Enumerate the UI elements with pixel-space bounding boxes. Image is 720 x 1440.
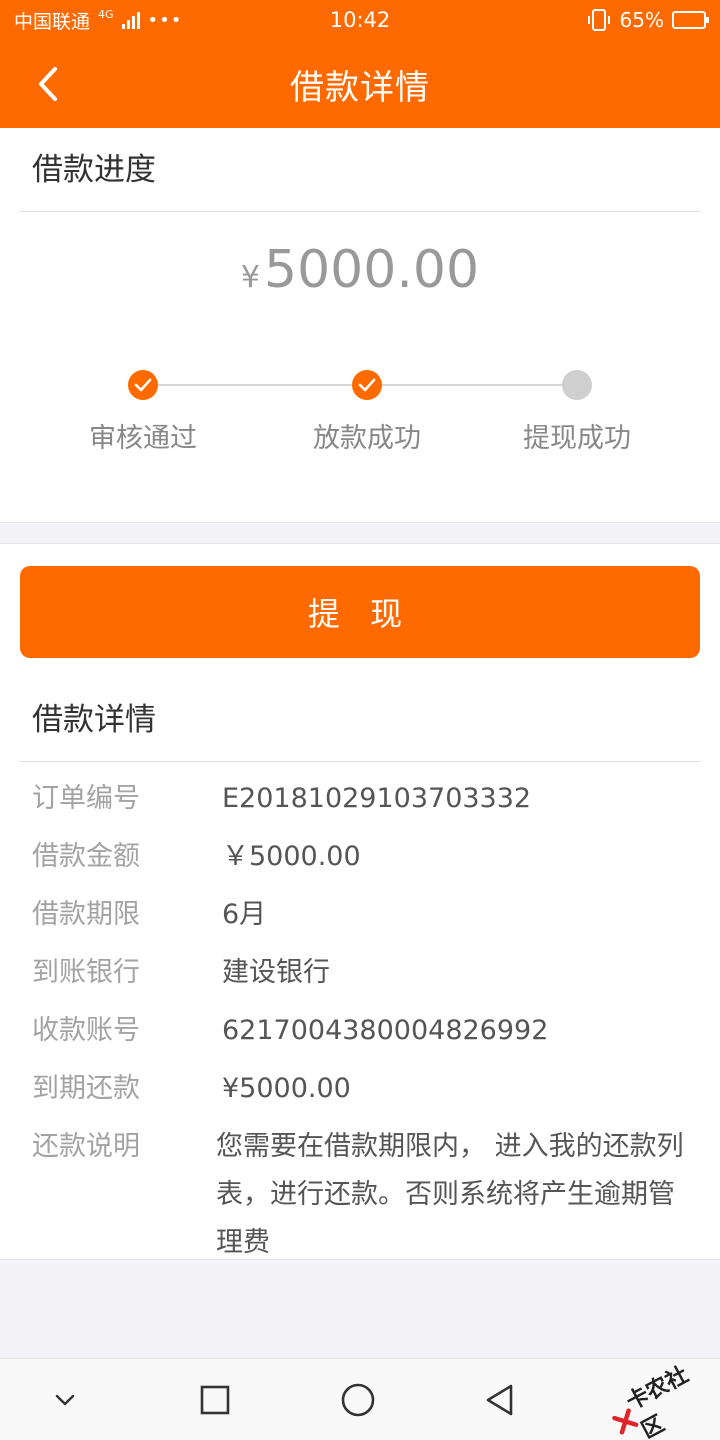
detail-key: 借款金额 — [32, 841, 140, 872]
step-withdraw-success: 提现成功 — [497, 370, 657, 455]
chevron-left-icon — [39, 67, 57, 101]
detail-value: 6217004380004826992 — [222, 1015, 549, 1046]
square-icon — [200, 1385, 230, 1415]
loan-progress-card: 借款进度 ¥ 5000.00 审核通过 放款成功 提现成功 — [0, 128, 720, 522]
step-dot — [562, 370, 592, 400]
detail-value: 建设银行 — [222, 957, 330, 988]
detail-value: E20181029103703332 — [222, 783, 532, 814]
nav-hide-button[interactable] — [35, 1377, 95, 1423]
back-button[interactable] — [28, 62, 68, 106]
status-bar: 中国联通 4G ••• 10:42 65% — [0, 0, 720, 40]
progress-steps: 审核通过 放款成功 提现成功 — [0, 364, 720, 454]
chevron-down-icon — [55, 1394, 75, 1406]
check-icon — [134, 378, 152, 392]
detail-row-repayment-due: 到期还款 ¥5000.00 — [0, 1060, 720, 1118]
battery-icon — [672, 11, 709, 29]
detail-value: ￥5000.00 — [222, 841, 361, 872]
more-notifications-icon: ••• — [147, 9, 183, 31]
carrier-name: 中国联通 — [14, 10, 91, 33]
step-label: 提现成功 — [523, 423, 631, 454]
vibrate-icon — [587, 9, 610, 31]
step-label: 放款成功 — [313, 423, 421, 454]
detail-key: 借款期限 — [32, 899, 140, 930]
battery-percent: 65% — [619, 8, 664, 32]
status-left: 中国联通 4G ••• — [14, 7, 182, 34]
currency-symbol: ¥ — [240, 260, 261, 295]
detail-row-repayment-note: 还款说明 您需要在借款期限内， 进入我的还款列表，进行还款。否则系统将产生逾期管… — [0, 1118, 720, 1258]
nav-back-button[interactable] — [470, 1377, 530, 1423]
detail-row-account: 收款账号 6217004380004826992 — [0, 1002, 720, 1060]
page-title: 借款详情 — [290, 67, 430, 108]
detail-key: 订单编号 — [32, 783, 140, 814]
progress-section-title: 借款进度 — [20, 128, 700, 212]
step-disbursed: 放款成功 — [287, 370, 447, 455]
detail-value: 您需要在借款期限内， 进入我的还款列表，进行还款。否则系统将产生逾期管理费 — [216, 1131, 684, 1258]
detail-key: 到期还款 — [32, 1073, 140, 1104]
step-dot — [352, 370, 382, 400]
triangle-back-icon — [486, 1384, 513, 1416]
network-type: 4G — [98, 7, 114, 21]
detail-key: 到账银行 — [32, 957, 140, 988]
step-label: 审核通过 — [89, 423, 197, 454]
details-section-title: 借款详情 — [20, 678, 700, 762]
step-dot — [128, 370, 158, 400]
nav-recents-button[interactable] — [185, 1377, 245, 1423]
amount-value: 5000.00 — [264, 240, 480, 300]
detail-row-loan-term: 借款期限 6月 — [0, 886, 720, 944]
status-right: 65% — [586, 8, 709, 32]
section-separator — [0, 522, 720, 544]
detail-key: 收款账号 — [32, 1015, 140, 1046]
step-review-passed: 审核通过 — [63, 370, 223, 455]
title-bar: 借款详情 — [0, 40, 720, 128]
detail-value: ¥5000.00 — [222, 1073, 351, 1104]
detail-key: 还款说明 — [32, 1131, 140, 1162]
nav-home-button[interactable] — [328, 1377, 388, 1423]
withdraw-button[interactable]: 提 现 — [20, 566, 700, 658]
loan-details-card: 提 现 借款详情 订单编号 E20181029103703332 借款金额 ￥5… — [0, 544, 720, 1260]
signal-icon — [121, 11, 140, 29]
detail-row-loan-amount: 借款金额 ￥5000.00 — [0, 828, 720, 886]
detail-value: 6月 — [222, 899, 267, 930]
circle-icon — [341, 1383, 375, 1417]
check-icon — [358, 378, 376, 392]
detail-row-order-number: 订单编号 E20181029103703332 — [0, 770, 720, 828]
details-list: 订单编号 E20181029103703332 借款金额 ￥5000.00 借款… — [0, 770, 720, 1258]
loan-amount: ¥ 5000.00 — [0, 240, 720, 300]
detail-row-bank: 到账银行 建设银行 — [0, 944, 720, 1002]
